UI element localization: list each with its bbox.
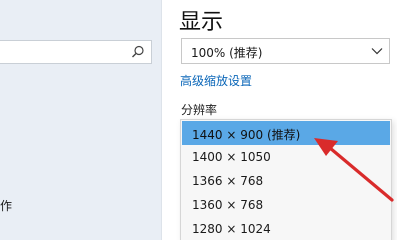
resolution-option[interactable]: 1400 × 1050 [182,145,390,169]
search-input[interactable] [0,40,152,64]
sidebar-item-label[interactable]: 作 [0,197,12,214]
scale-dropdown[interactable]: 100% (推荐) [181,38,390,64]
page-title: 显示 [179,10,224,35]
resolution-label: 分辨率 [181,103,218,117]
resolution-option[interactable]: 1440 × 900 (推荐) [182,121,390,145]
scale-selected-value: 100% (推荐) [191,46,263,60]
sidebar: 作 [0,0,162,240]
search-icon[interactable] [131,45,145,59]
resolution-dropdown-list: 1440 × 900 (推荐) 1400 × 1050 1366 × 768 1… [180,119,392,240]
resolution-option[interactable]: 1280 × 1024 [182,217,390,240]
resolution-option[interactable]: 1366 × 768 [182,169,390,193]
advanced-scaling-link[interactable]: 高级缩放设置 [180,72,252,89]
settings-window: 作 显示 100% (推荐) 高级缩放设置 分辨率 1440 × 900 (推荐… [0,0,397,240]
resolution-option[interactable]: 1360 × 768 [182,193,390,217]
chevron-down-icon [371,48,383,55]
